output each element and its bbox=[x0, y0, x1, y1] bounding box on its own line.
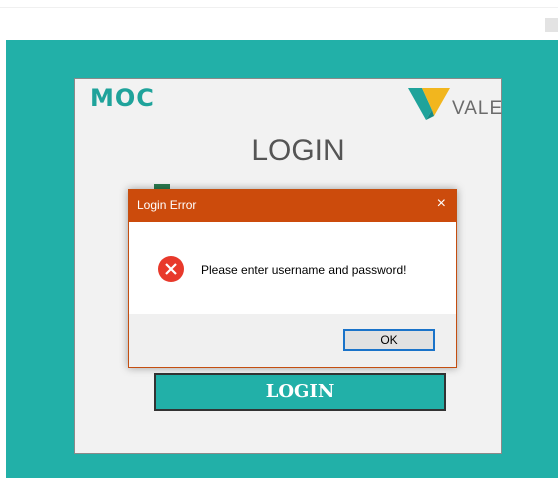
vale-logo-text: VALE bbox=[452, 98, 504, 119]
dialog-body: Please enter username and password! bbox=[129, 222, 456, 314]
ok-button[interactable]: OK bbox=[343, 329, 435, 351]
dialog-title: Login Error bbox=[137, 198, 197, 212]
top-divider bbox=[0, 7, 558, 8]
dialog-footer: OK bbox=[129, 314, 456, 367]
window-corner-button[interactable] bbox=[545, 18, 558, 32]
window-top-bar bbox=[0, 0, 558, 40]
login-button[interactable]: LOGIN bbox=[154, 373, 446, 411]
close-icon[interactable]: × bbox=[437, 195, 446, 213]
login-error-dialog: Login Error × Please enter username and … bbox=[128, 189, 457, 368]
dialog-title-bar: Login Error × bbox=[129, 190, 456, 222]
error-icon bbox=[158, 256, 184, 282]
moc-brand-label: MOC bbox=[90, 84, 155, 112]
login-title: LOGIN bbox=[251, 134, 345, 167]
dialog-message: Please enter username and password! bbox=[201, 263, 407, 277]
